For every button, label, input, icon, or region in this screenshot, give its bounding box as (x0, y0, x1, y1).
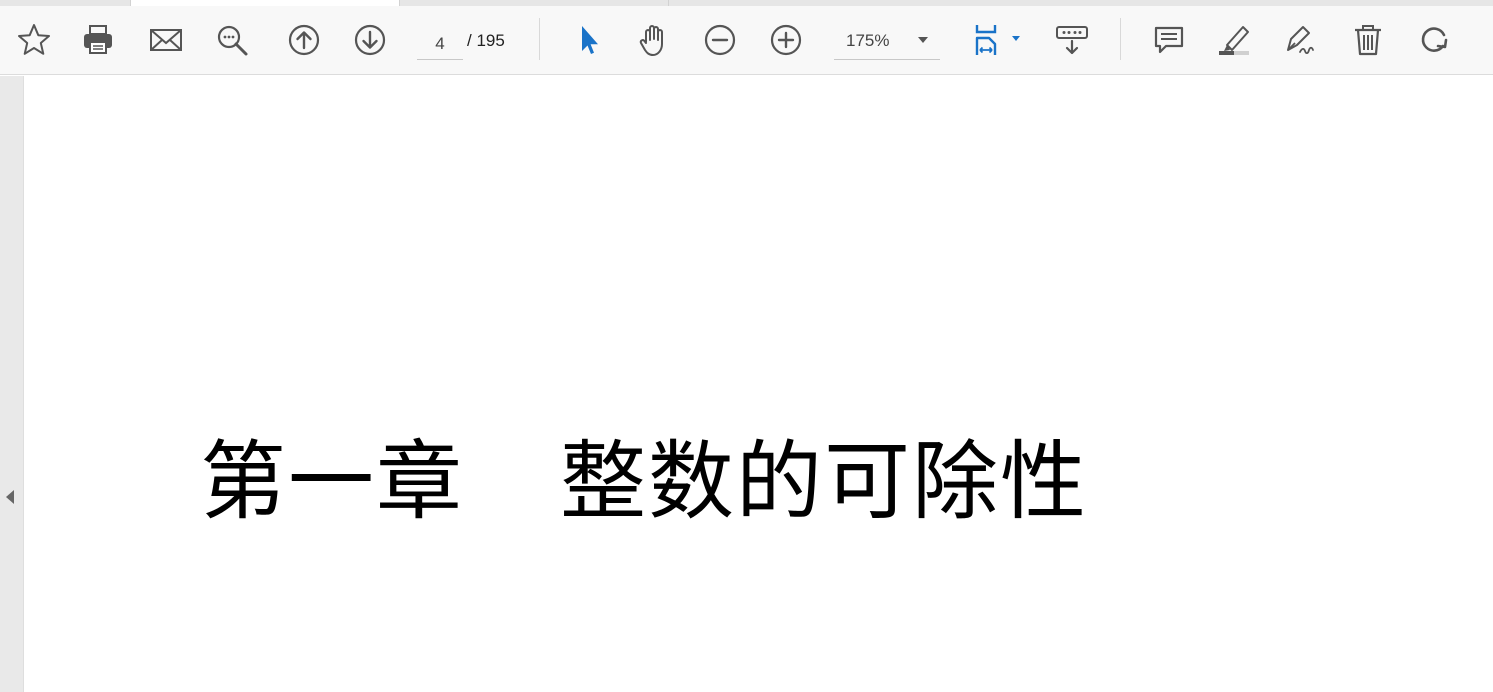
chapter-heading: 第一章 整数的可除性 (200, 432, 1088, 532)
chapter-title: 整数的可除性 (560, 432, 1088, 532)
printer-icon[interactable] (78, 20, 118, 60)
page-fit-icon[interactable] (966, 20, 1026, 60)
plus-circle-icon[interactable] (766, 20, 806, 60)
rotate-icon[interactable] (1414, 20, 1454, 60)
trash-icon[interactable] (1348, 20, 1388, 60)
page-number-input[interactable] (417, 28, 463, 60)
chevron-left-icon[interactable] (6, 490, 14, 504)
chevron-down-icon (918, 37, 928, 43)
left-panel-rail (0, 76, 24, 692)
comment-icon[interactable] (1149, 20, 1189, 60)
star-icon[interactable] (14, 20, 54, 60)
toolbar-divider (1120, 18, 1121, 60)
search-icon[interactable] (212, 20, 252, 60)
toolbar-divider (539, 18, 540, 60)
cursor-icon[interactable] (568, 20, 608, 60)
chapter-label: 第一章 (200, 432, 464, 532)
zoom-dropdown[interactable]: 175% (834, 28, 940, 60)
arrow-up-circle-icon[interactable] (284, 20, 324, 60)
envelope-icon[interactable] (146, 20, 186, 60)
page-total: / 195 (467, 31, 505, 50)
toolbar: / 195 175% (0, 6, 1493, 75)
hand-icon[interactable] (634, 20, 674, 60)
arrow-down-circle-icon[interactable] (350, 20, 390, 60)
minus-circle-icon[interactable] (700, 20, 740, 60)
highlighter-icon[interactable] (1214, 20, 1254, 60)
document-page: 第一章 整数的可除性 (25, 76, 1493, 692)
zoom-value: 175% (846, 31, 890, 50)
scroll-mode-icon[interactable] (1052, 20, 1092, 60)
pen-nib-icon[interactable] (1280, 20, 1320, 60)
